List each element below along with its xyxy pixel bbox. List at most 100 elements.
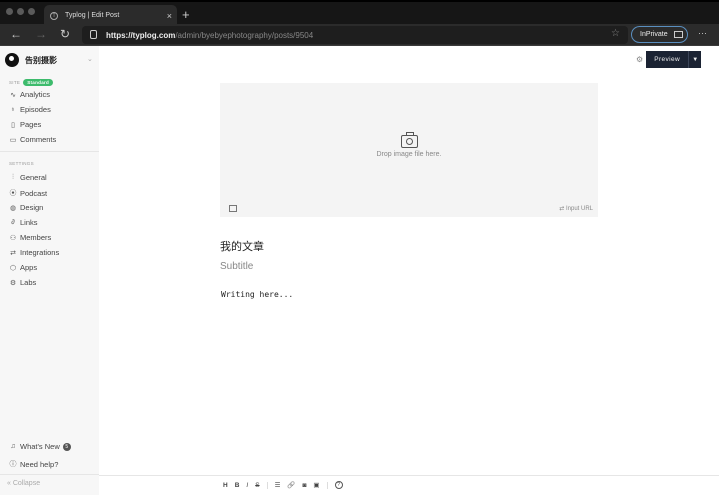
site-label: SITE	[9, 80, 21, 85]
strikethrough-button[interactable]: S	[255, 482, 259, 489]
item-label: Podcast	[20, 188, 48, 198]
browser-tab[interactable]: T Typlog | Edit Post ×	[44, 5, 177, 26]
item-label: General	[20, 173, 47, 182]
close-tab-icon[interactable]: ×	[167, 11, 172, 21]
item-label: Labs	[20, 278, 37, 287]
post-title-input[interactable]: 我的文章	[220, 238, 264, 254]
help-icon: ⓘ	[9, 461, 17, 468]
more-icon[interactable]: ···	[698, 28, 707, 38]
sliders-icon: ⫶	[12, 173, 14, 181]
tab-title: Typlog | Edit Post	[65, 12, 120, 19]
whats-new-count: 5	[62, 442, 71, 451]
header-actions: ⚙ Preview ▼	[636, 51, 702, 68]
sidebar-item-integrations[interactable]: ⇄ Integrations	[9, 248, 59, 257]
subtitle-input[interactable]: Subtitle	[220, 261, 253, 272]
sidebar-item-design[interactable]: ◍ Design	[9, 203, 43, 212]
sidebar-item-members[interactable]: ⚇ Members	[9, 233, 51, 242]
input-url-label: Input URL	[565, 206, 593, 212]
members-icon: ⚇	[9, 234, 17, 242]
sidebar-item-episodes[interactable]: ♁ Episodes	[9, 105, 51, 114]
item-label: Apps	[20, 263, 38, 272]
item-label: Episodes	[20, 105, 51, 114]
camera-icon	[401, 132, 418, 148]
sidebar-item-podcast[interactable]: ⦿ Podcast	[9, 188, 48, 198]
divider	[266, 481, 268, 489]
apps-icon: ⬡	[9, 264, 17, 272]
need-help-label: Need help?	[20, 459, 59, 469]
preview-button[interactable]: Preview	[646, 51, 689, 68]
podcast-icon: ⦿	[9, 190, 17, 197]
italic-button[interactable]: I	[246, 482, 248, 489]
whats-new-link[interactable]: ♫ What's New 5	[9, 442, 71, 451]
browser-tab-bar: T Typlog | Edit Post × +	[0, 0, 719, 26]
input-url-button[interactable]: ⇄ Input URL	[559, 205, 593, 212]
microphone-icon: ♁	[10, 106, 16, 113]
collapse-label: Collapse	[12, 480, 41, 487]
palette-icon: ◍	[9, 204, 17, 212]
chevron-down-icon[interactable]: ⌄	[87, 55, 93, 63]
divider	[326, 481, 328, 489]
item-label: Integrations	[20, 248, 60, 257]
site-name: 告别摄影	[25, 55, 57, 65]
settings-section-label: SETTINGS	[9, 161, 34, 166]
sidebar-item-comments[interactable]: ▭ Comments	[9, 135, 57, 144]
editor-toolbar: H B I S ☰ 🔗 ◙ ▣ ?	[99, 475, 719, 495]
help-icon[interactable]: ?	[334, 481, 343, 489]
divider	[0, 151, 99, 152]
typlog-favicon-icon: T	[50, 11, 58, 20]
need-help-link[interactable]: ⓘ Need help?	[9, 459, 59, 469]
site-switcher[interactable]: 告别摄影	[5, 53, 57, 67]
forward-icon[interactable]: →	[35, 27, 47, 41]
inprivate-label: InPrivate	[640, 31, 668, 38]
sidebar-item-apps[interactable]: ⬡ Apps	[9, 263, 37, 272]
new-tab-icon[interactable]: +	[182, 7, 190, 22]
image-icon[interactable]: ▣	[313, 481, 319, 489]
refresh-icon[interactable]: ↻	[60, 27, 70, 41]
labs-icon: ⚙	[9, 279, 17, 287]
post-body-editor[interactable]: Writing here...	[221, 290, 293, 299]
item-label: Comments	[20, 135, 57, 144]
item-label: Members	[20, 233, 52, 242]
address-bar: ← → ↻ https://typlog.com/admin/byebyepho…	[0, 24, 719, 46]
inprivate-button[interactable]: InPrivate	[631, 26, 688, 43]
sidebar-item-pages[interactable]: ▯ Pages	[9, 120, 41, 129]
sidebar-item-labs[interactable]: ⚙ Labs	[9, 278, 36, 287]
comment-icon: ▭	[9, 136, 17, 144]
whats-new-label: What's New	[20, 442, 60, 451]
preview-dropdown-button[interactable]: ▼	[688, 51, 702, 68]
analytics-icon: ∿	[10, 91, 16, 99]
image-icon[interactable]	[229, 205, 237, 212]
plan-badge: Standard	[23, 79, 54, 86]
divider	[0, 474, 99, 475]
item-label: Design	[20, 203, 44, 212]
list-icon[interactable]: ☰	[275, 481, 281, 489]
inprivate-icon	[673, 31, 683, 38]
heading-button[interactable]: H	[223, 482, 228, 489]
sidebar-item-general[interactable]: ⫶ General	[9, 173, 47, 182]
site-section-label: SITE Standard	[9, 79, 54, 86]
link-icon[interactable]: 🔗	[287, 481, 295, 489]
settings-gear-icon[interactable]: ⚙	[636, 55, 643, 64]
drop-text: Drop image file here.	[376, 151, 442, 158]
settings-label: SETTINGS	[9, 161, 34, 166]
url-host: https://typlog.com	[106, 30, 176, 40]
item-label: Analytics	[20, 90, 51, 99]
page-icon: ▯	[11, 121, 15, 129]
sidebar-item-analytics[interactable]: ∿ Analytics	[9, 90, 50, 99]
back-icon[interactable]: ←	[10, 27, 22, 41]
cover-image-dropzone[interactable]: Drop image file here. ⇄ Input URL	[220, 83, 598, 217]
link-icon: ∂	[11, 219, 15, 226]
sidebar: 告别摄影 ⌄ SITE Standard ∿ Analytics ♁ Episodes…	[0, 46, 99, 495]
favorite-star-icon[interactable]: ☆	[611, 28, 620, 39]
url-input[interactable]: https://typlog.com/admin/byebyephotograp…	[82, 26, 628, 44]
collapse-button[interactable]: « Collapse	[7, 480, 40, 487]
integrations-icon: ⇄	[10, 249, 16, 257]
window-controls[interactable]	[6, 8, 35, 15]
camera-icon[interactable]: ◙	[302, 482, 306, 489]
site-logo	[5, 53, 19, 67]
lock-icon	[90, 30, 97, 39]
sidebar-item-links[interactable]: ∂ Links	[9, 218, 37, 227]
bold-button[interactable]: B	[235, 482, 240, 489]
bell-icon: ♫	[10, 443, 16, 450]
item-label: Pages	[20, 120, 42, 129]
